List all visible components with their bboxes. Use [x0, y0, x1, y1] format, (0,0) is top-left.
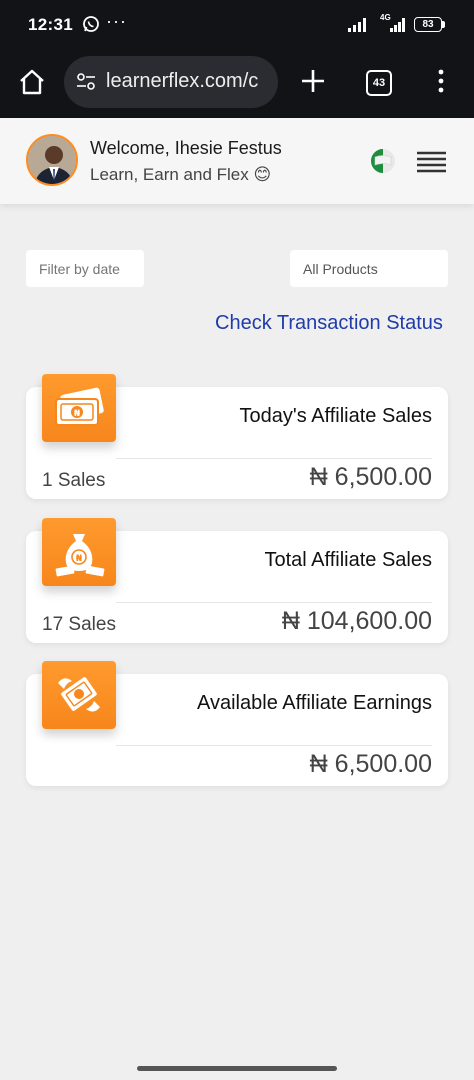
battery-level: 83 — [422, 19, 434, 30]
app-header: Welcome, Ihesie Festus Learn, Earn and F… — [0, 118, 474, 204]
todays-affiliate-sales-card: ₦ Today's Affiliate Sales 1 Sales ₦ 6,50… — [26, 374, 448, 499]
battery-tip — [442, 21, 445, 28]
notification-more-dots: ··· — [106, 11, 127, 31]
card-title: Total Affiliate Sales — [264, 549, 432, 571]
card-divider — [116, 602, 432, 603]
url-text[interactable]: learnerflex.com/c — [106, 70, 270, 93]
browser-toolbar: learnerflex.com/c 43 — [0, 50, 474, 118]
status-bar: 12:31 ··· 4G 83 — [0, 0, 474, 50]
flying-money-icon — [42, 661, 116, 729]
total-affiliate-sales-card: ₦ Total Affiliate Sales 17 Sales ₦ 104,6… — [26, 518, 448, 643]
svg-text:₦: ₦ — [74, 409, 81, 419]
product-filter-select[interactable]: All Products — [290, 250, 448, 287]
hamburger-menu-icon[interactable] — [415, 151, 448, 173]
card-divider — [116, 745, 432, 746]
status-time: 12:31 — [28, 15, 73, 34]
card-divider — [116, 458, 432, 459]
nigeria-flag-icon[interactable] — [370, 148, 396, 174]
sales-amount: ₦ 104,600.00 — [281, 607, 432, 635]
more-options-icon[interactable] — [436, 68, 446, 94]
sales-count: 1 Sales — [42, 470, 106, 491]
check-transaction-status-link[interactable]: Check Transaction Status — [215, 312, 443, 335]
earnings-amount: ₦ 6,500.00 — [309, 750, 432, 778]
svg-text:₦: ₦ — [76, 554, 83, 564]
available-affiliate-earnings-card: Available Affiliate Earnings ₦ 6,500.00 — [26, 661, 448, 786]
welcome-text: Welcome, Ihesie Festus — [90, 138, 282, 158]
address-bar[interactable]: learnerflex.com/c — [64, 56, 278, 108]
product-filter-value: All Products — [303, 260, 378, 277]
signal-strength-icon — [348, 18, 366, 32]
sales-count: 17 Sales — [42, 614, 116, 635]
signal-strength-icon — [390, 18, 405, 32]
naira-money-bag-icon: ₦ — [42, 518, 116, 586]
filter-by-date-input[interactable] — [26, 250, 144, 287]
new-tab-icon[interactable] — [300, 68, 326, 94]
naira-banknote-icon: ₦ — [42, 374, 116, 442]
tab-switcher-button[interactable]: 43 — [366, 70, 392, 96]
gesture-home-indicator[interactable] — [137, 1066, 337, 1071]
tagline: Learn, Earn and Flex 😊 — [90, 165, 272, 184]
battery-icon: 83 — [414, 17, 442, 32]
avatar-photo — [28, 136, 76, 184]
site-settings-icon[interactable] — [76, 72, 96, 92]
tab-count: 43 — [372, 77, 386, 89]
sales-amount: ₦ 6,500.00 — [309, 463, 432, 491]
whatsapp-icon — [83, 16, 99, 32]
card-title: Available Affiliate Earnings — [197, 692, 432, 714]
card-title: Today's Affiliate Sales — [239, 405, 432, 427]
avatar[interactable] — [26, 134, 78, 186]
home-icon[interactable] — [18, 68, 46, 96]
